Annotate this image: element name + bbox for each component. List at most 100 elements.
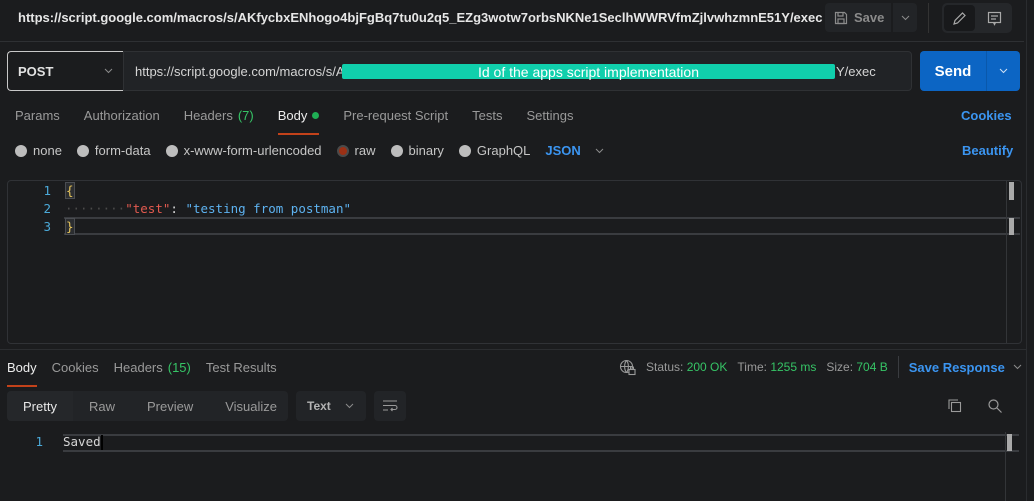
- text-cursor: [100, 435, 103, 450]
- response-body-viewer[interactable]: 1 Saved: [0, 432, 1022, 501]
- line-number: 1: [43, 183, 51, 198]
- globe-lock-icon[interactable]: [619, 359, 636, 376]
- tab-label: Body: [277, 108, 308, 123]
- save-response-label: Save Response: [908, 359, 1005, 375]
- time-label: Time:: [737, 360, 767, 374]
- raw-format-select[interactable]: JSON: [545, 143, 604, 158]
- tab-authorization[interactable]: Authorization: [84, 108, 160, 135]
- status-value: 200 OK: [686, 360, 728, 374]
- body-type-radio-group: none form-data x-www-form-urlencoded raw…: [15, 143, 604, 158]
- radio-circle[interactable]: [15, 144, 27, 157]
- json-value: "testing from postman": [185, 201, 352, 216]
- tab-label: Headers: [113, 360, 163, 375]
- chevron-down-icon: [595, 148, 604, 153]
- tab-label: Headers: [183, 108, 233, 123]
- right-panel-border: [1026, 0, 1027, 501]
- copy-icon[interactable]: [947, 398, 963, 417]
- response-format-select[interactable]: Text: [296, 391, 366, 421]
- chevron-down-icon: [104, 68, 113, 74]
- vertical-scrollbar-thumb[interactable]: [1009, 182, 1014, 200]
- send-button[interactable]: Send: [920, 51, 986, 91]
- radio-circle[interactable]: [458, 144, 471, 157]
- raw-format-label: JSON: [545, 143, 581, 158]
- scrollbar-track: [1005, 432, 1006, 501]
- url-redaction-overlay: Id of the apps script implementation: [342, 64, 835, 79]
- tab-response-headers[interactable]: Headers (15): [114, 360, 191, 387]
- tab-params[interactable]: Params: [15, 108, 60, 135]
- pencil-icon: [953, 11, 966, 25]
- code-line: 1 Saved: [0, 433, 1022, 451]
- close-brace: }: [65, 218, 75, 235]
- beautify-link[interactable]: Beautify: [962, 143, 1013, 158]
- vertical-scrollbar-thumb[interactable]: [1007, 434, 1012, 451]
- cookies-link[interactable]: Cookies: [961, 108, 1012, 123]
- response-divider: [0, 349, 1026, 350]
- method-select[interactable]: POST: [7, 51, 123, 91]
- comments-button[interactable]: [979, 5, 1010, 31]
- view-pretty[interactable]: Pretty: [7, 391, 73, 421]
- radio-graphql[interactable]: GraphQL: [458, 143, 530, 158]
- radio-label: none: [33, 143, 62, 158]
- radio-circle-checked[interactable]: [336, 144, 349, 157]
- chevron-down-icon: [345, 403, 354, 409]
- save-button[interactable]: Save: [825, 3, 891, 32]
- tab-headers[interactable]: Headers (7): [184, 108, 254, 135]
- radio-form-data[interactable]: form-data: [76, 143, 151, 158]
- url-suffix: Y/exec: [836, 64, 876, 79]
- tab-response-cookies[interactable]: Cookies: [52, 360, 99, 387]
- tab-label: Settings: [526, 108, 574, 123]
- response-tabs: Body Cookies Headers (15) Test Results: [7, 360, 277, 387]
- url-prefix: https://script.google.com/macros/s/A: [135, 63, 345, 79]
- request-tabs: Params Authorization Headers (7) Body Pre…: [15, 108, 573, 135]
- status-label: Status:: [646, 360, 684, 374]
- view-raw[interactable]: Raw: [73, 391, 131, 421]
- tab-tests[interactable]: Tests: [472, 108, 502, 135]
- save-options-dropdown[interactable]: [893, 3, 917, 32]
- code-line: 2 ········"test": "testing from postman": [8, 200, 1021, 218]
- indent-guide: ········: [65, 201, 126, 216]
- json-key: "test": [125, 201, 171, 216]
- radio-binary[interactable]: binary: [390, 143, 444, 158]
- tab-body[interactable]: Body: [277, 108, 320, 135]
- radio-circle[interactable]: [390, 144, 403, 157]
- edit-mode-button[interactable]: [944, 5, 975, 31]
- radio-label: binary: [408, 143, 444, 158]
- body-indicator-dot: [312, 112, 320, 119]
- tab-settings[interactable]: Settings: [526, 108, 573, 135]
- radio-none[interactable]: none: [15, 143, 62, 158]
- line-number: 3: [43, 219, 51, 234]
- headers-count-badge: (15): [167, 360, 191, 375]
- tab-test-results[interactable]: Test Results: [206, 360, 277, 387]
- vertical-scrollbar-thumb[interactable]: [1009, 218, 1014, 235]
- meta-divider: [897, 356, 899, 378]
- request-title[interactable]: https://script.google.com/macros/s/AKfyc…: [18, 10, 822, 25]
- radio-raw[interactable]: raw: [336, 143, 376, 158]
- header-divider: [0, 41, 1024, 42]
- time-display: Time: 1255 ms: [737, 360, 816, 374]
- view-preview[interactable]: Preview: [131, 391, 209, 421]
- headers-count-badge: (7): [237, 108, 254, 123]
- open-brace: {: [65, 182, 75, 199]
- line-number: 2: [43, 201, 51, 216]
- view-visualize[interactable]: Visualize: [209, 391, 293, 421]
- radio-circle[interactable]: [76, 144, 89, 157]
- save-response-button[interactable]: Save Response: [909, 360, 1022, 375]
- code-line: 1 {: [8, 182, 1021, 200]
- chevron-down-icon: [1013, 364, 1022, 370]
- radio-x-www-form-urlencoded[interactable]: x-www-form-urlencoded: [165, 143, 322, 158]
- view-mode-toggle: [942, 3, 1012, 33]
- search-icon[interactable]: [987, 398, 1003, 417]
- wrap-lines-button[interactable]: [374, 391, 406, 421]
- tab-label: Cookies: [51, 360, 99, 375]
- tab-response-body[interactable]: Body: [7, 360, 37, 387]
- radio-label: raw: [354, 143, 376, 158]
- tab-label: Pre-request Script: [343, 108, 449, 123]
- send-options-dropdown[interactable]: [986, 51, 1020, 91]
- title-divider: [928, 3, 929, 33]
- comment-icon: [987, 11, 1002, 26]
- request-body-editor[interactable]: 1 { 2 ········"test": "testing from post…: [7, 180, 1022, 344]
- size-value: 704 B: [856, 360, 888, 374]
- response-format-label: Text: [307, 399, 331, 413]
- tab-pre-request-script[interactable]: Pre-request Script: [343, 108, 448, 135]
- radio-circle[interactable]: [165, 144, 178, 157]
